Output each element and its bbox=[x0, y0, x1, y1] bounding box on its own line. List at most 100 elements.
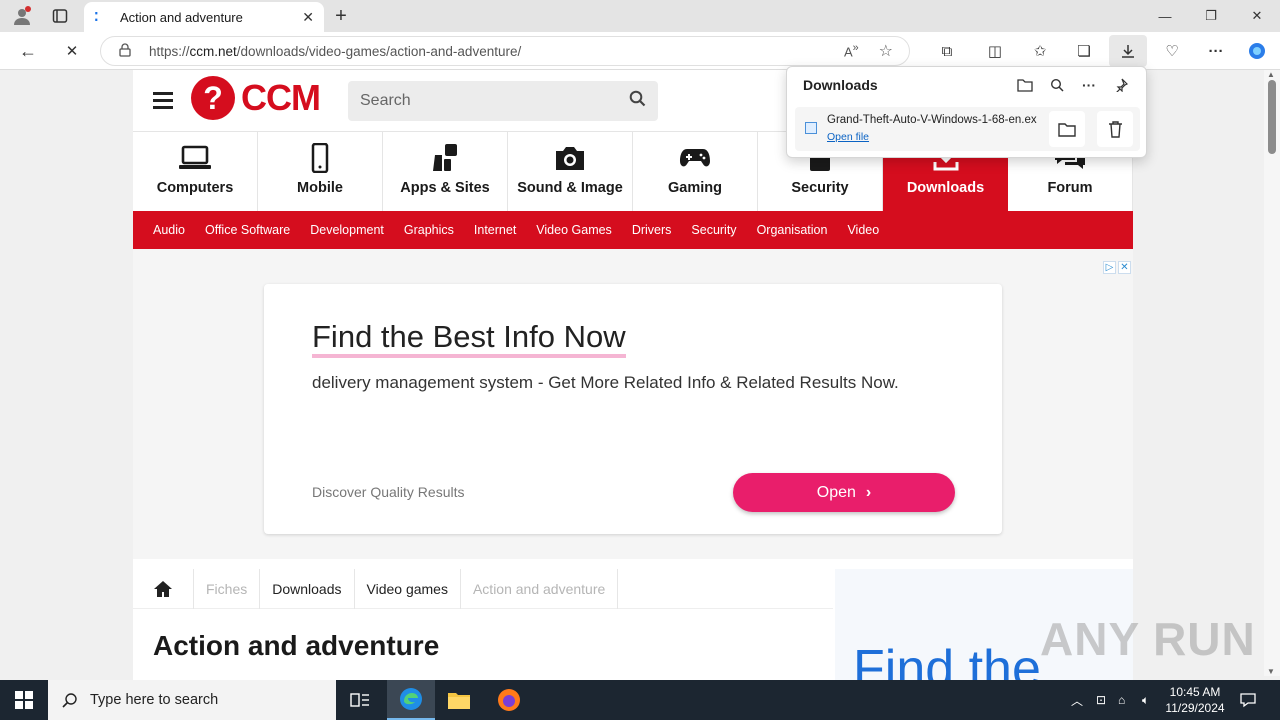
settings-more-icon[interactable]: ··· bbox=[1204, 39, 1228, 63]
extensions-icon[interactable]: ⧉ bbox=[935, 39, 959, 63]
minimize-icon[interactable]: — bbox=[1150, 4, 1180, 28]
copilot-icon[interactable] bbox=[1245, 39, 1269, 63]
page-viewport: ? CCM Search Computers Mobile Apps & Sit… bbox=[0, 70, 1280, 680]
show-in-folder-icon[interactable] bbox=[1049, 111, 1085, 147]
gamepad-icon bbox=[679, 142, 711, 174]
category-mobile[interactable]: Mobile bbox=[258, 132, 383, 211]
search-downloads-icon[interactable] bbox=[1047, 75, 1067, 95]
network-drive-icon[interactable]: ⊡ bbox=[1096, 680, 1106, 720]
ad-open-button[interactable]: Open › bbox=[733, 473, 955, 512]
browser-essentials-icon[interactable]: ♡ bbox=[1160, 39, 1184, 63]
home-icon[interactable] bbox=[133, 568, 194, 609]
breadcrumb-video-games[interactable]: Video games bbox=[355, 568, 461, 609]
open-file-link[interactable]: Open file bbox=[827, 131, 869, 143]
side-ad-text: Find the bbox=[853, 640, 1041, 680]
ad-disclaimer: Discover Quality Results bbox=[312, 484, 465, 500]
subnav-organisation[interactable]: Organisation bbox=[757, 223, 828, 237]
edge-taskbar-icon[interactable] bbox=[387, 680, 435, 720]
firefox-icon[interactable] bbox=[485, 680, 533, 720]
delete-icon[interactable] bbox=[1097, 111, 1133, 147]
subnav-video[interactable]: Video bbox=[847, 223, 879, 237]
network-icon[interactable]: ⌂ bbox=[1118, 680, 1125, 720]
breadcrumb: Fiches Downloads Video games Action and … bbox=[133, 568, 833, 609]
breadcrumb-current: Action and adventure bbox=[461, 568, 619, 609]
downloads-more-icon[interactable]: ··· bbox=[1079, 75, 1099, 95]
taskbar-search-input[interactable]: Type here to search bbox=[48, 680, 336, 720]
laptop-icon bbox=[178, 142, 212, 174]
scroll-down-icon[interactable]: ▼ bbox=[1267, 667, 1275, 676]
favorite-star-icon[interactable]: ☆ bbox=[879, 41, 893, 61]
category-sound-image[interactable]: Sound & Image bbox=[508, 132, 633, 211]
menu-icon[interactable] bbox=[153, 92, 173, 109]
subnav-audio[interactable]: Audio bbox=[153, 223, 185, 237]
tab-active[interactable]: ⁚ Action and adventure ✕ bbox=[84, 2, 324, 32]
notifications-icon[interactable] bbox=[1240, 680, 1256, 720]
collections-icon[interactable]: ❏ bbox=[1072, 39, 1096, 63]
ccm-logo[interactable]: ? CCM bbox=[191, 76, 321, 120]
close-tab-icon[interactable]: ✕ bbox=[302, 9, 314, 26]
subnav-video-games[interactable]: Video Games bbox=[536, 223, 612, 237]
lock-icon bbox=[119, 42, 133, 60]
loading-icon: ⁚ bbox=[94, 10, 99, 24]
url-text: https://ccm.net/downloads/video-games/ac… bbox=[149, 43, 522, 59]
adchoices-icon[interactable]: ▷ bbox=[1103, 261, 1116, 274]
category-gaming[interactable]: Gaming bbox=[633, 132, 758, 211]
phone-icon bbox=[310, 142, 330, 174]
site-search-input[interactable]: Search bbox=[348, 81, 658, 121]
downloads-panel: Downloads ··· Grand-Theft-Auto-V-Windows… bbox=[786, 66, 1147, 158]
clock-date: 11/29/2024 bbox=[1165, 701, 1225, 715]
subnav-graphics[interactable]: Graphics bbox=[404, 223, 454, 237]
scroll-up-icon[interactable]: ▲ bbox=[1267, 70, 1275, 79]
scrollbar-thumb[interactable] bbox=[1268, 80, 1276, 154]
file-explorer-icon[interactable] bbox=[435, 680, 483, 720]
windows-taskbar: Type here to search ︿ ⊡ ⌂ 🔈︎ 10:45 AM 11… bbox=[0, 680, 1280, 720]
pin-icon[interactable] bbox=[1111, 75, 1131, 95]
favorites-icon[interactable]: ✩ bbox=[1028, 39, 1052, 63]
exe-file-icon bbox=[805, 122, 817, 134]
open-downloads-folder-icon[interactable] bbox=[1015, 75, 1035, 95]
ccm-site: ? CCM Search Computers Mobile Apps & Sit… bbox=[133, 70, 1133, 680]
system-clock[interactable]: 10:45 AM 11/29/2024 bbox=[1160, 684, 1230, 716]
subnav-development[interactable]: Development bbox=[310, 223, 384, 237]
close-window-icon[interactable]: ✕ bbox=[1242, 4, 1272, 28]
browser-toolbar: ← ✕ https://ccm.net/downloads/video-game… bbox=[0, 32, 1280, 70]
subnav-drivers[interactable]: Drivers bbox=[632, 223, 672, 237]
page-scrollbar[interactable]: ▲ ▼ bbox=[1264, 70, 1280, 676]
category-computers[interactable]: Computers bbox=[133, 132, 258, 211]
ad-subtitle: delivery management system - Get More Re… bbox=[312, 373, 899, 392]
read-aloud-icon[interactable]: A» bbox=[844, 42, 859, 59]
ad-choices[interactable]: ▷ ✕ bbox=[1103, 261, 1131, 274]
subnav-office-software[interactable]: Office Software bbox=[205, 223, 290, 237]
search-icon[interactable] bbox=[629, 90, 646, 112]
ad-banner-area: ▷ ✕ Find the Best Info Now delivery mana… bbox=[133, 249, 1133, 559]
task-view-icon[interactable] bbox=[336, 680, 384, 720]
ad-close-icon[interactable]: ✕ bbox=[1118, 261, 1131, 274]
logo-text: CCM bbox=[241, 77, 321, 118]
download-item[interactable]: Grand-Theft-Auto-V-Windows-1-68-en.exe O… bbox=[795, 107, 1140, 151]
tab-actions-icon[interactable] bbox=[50, 6, 70, 26]
search-icon bbox=[62, 693, 77, 708]
chevron-right-icon: › bbox=[865, 483, 872, 501]
downloads-button[interactable] bbox=[1109, 35, 1147, 67]
new-tab-icon[interactable]: + bbox=[330, 4, 352, 28]
camera-icon bbox=[553, 142, 587, 174]
breadcrumb-fiches[interactable]: Fiches bbox=[194, 568, 261, 609]
volume-icon[interactable]: 🔈︎ bbox=[1142, 680, 1149, 720]
windows-start-icon[interactable] bbox=[0, 680, 48, 720]
stop-loading-icon[interactable]: ✕ bbox=[60, 39, 84, 63]
category-apps-sites[interactable]: Apps & Sites bbox=[383, 132, 508, 211]
subnav-security[interactable]: Security bbox=[691, 223, 736, 237]
tab-title: Action and adventure bbox=[120, 9, 243, 25]
profile-icon[interactable] bbox=[10, 4, 34, 28]
breadcrumb-downloads[interactable]: Downloads bbox=[260, 568, 355, 609]
address-bar[interactable]: https://ccm.net/downloads/video-games/ac… bbox=[100, 36, 910, 66]
show-hidden-icons-icon[interactable]: ︿ bbox=[1071, 680, 1083, 720]
ad-card[interactable]: Find the Best Info Now delivery manageme… bbox=[264, 284, 1002, 534]
restore-icon[interactable]: ❐ bbox=[1196, 4, 1226, 28]
ad-open-label: Open bbox=[816, 483, 856, 501]
back-icon[interactable]: ← bbox=[16, 39, 40, 63]
split-screen-icon[interactable]: ◫ bbox=[983, 39, 1007, 63]
ad-title[interactable]: Find the Best Info Now bbox=[312, 320, 626, 358]
subnav-internet[interactable]: Internet bbox=[474, 223, 516, 237]
apps-icon bbox=[431, 142, 459, 174]
